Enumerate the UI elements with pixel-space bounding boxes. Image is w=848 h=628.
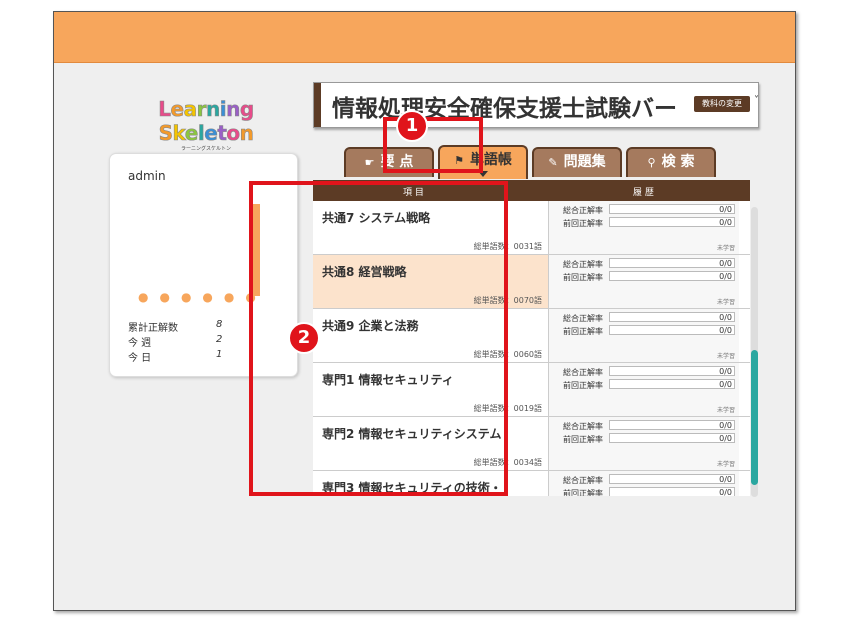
logo: Learning Skeleton ラーニングスケルトン [121,97,291,152]
search-icon: ⚲ [647,156,656,169]
scrollbar-thumb[interactable] [751,350,758,485]
title-accent [314,83,321,127]
annotation-badge-1: 1 [396,110,428,142]
header-history: 履 歴 [633,188,654,198]
chevron-down-icon[interactable]: ˅ [754,95,759,106]
edit-icon: ✎ [548,156,558,169]
subject-title-bar[interactable]: 情報処理安全確保支援士試験バー 教科の変更 ˅ [313,82,759,128]
top-bar [54,12,795,63]
annotation-badge-2: 2 [288,322,320,354]
change-subject-button[interactable]: 教科の変更 [694,96,750,112]
pointing-hand-icon: ☛ [364,156,375,169]
username: admin [128,169,166,183]
chart-dots: ●●●●●● [138,290,267,304]
stat-total: 累計正解数 8 [128,319,223,334]
tab-search[interactable]: ⚲ 検 索 [626,147,716,177]
stat-week: 今 週2 [128,334,223,349]
logo-subtitle: ラーニングスケルトン [180,146,231,152]
tab-questions[interactable]: ✎ 問題集 [532,147,622,177]
stat-today: 今 日1 [128,349,223,364]
stats: 累計正解数 8 今 週2 今 日1 [128,319,222,364]
logo-text: Learning Skeleton [158,97,254,146]
